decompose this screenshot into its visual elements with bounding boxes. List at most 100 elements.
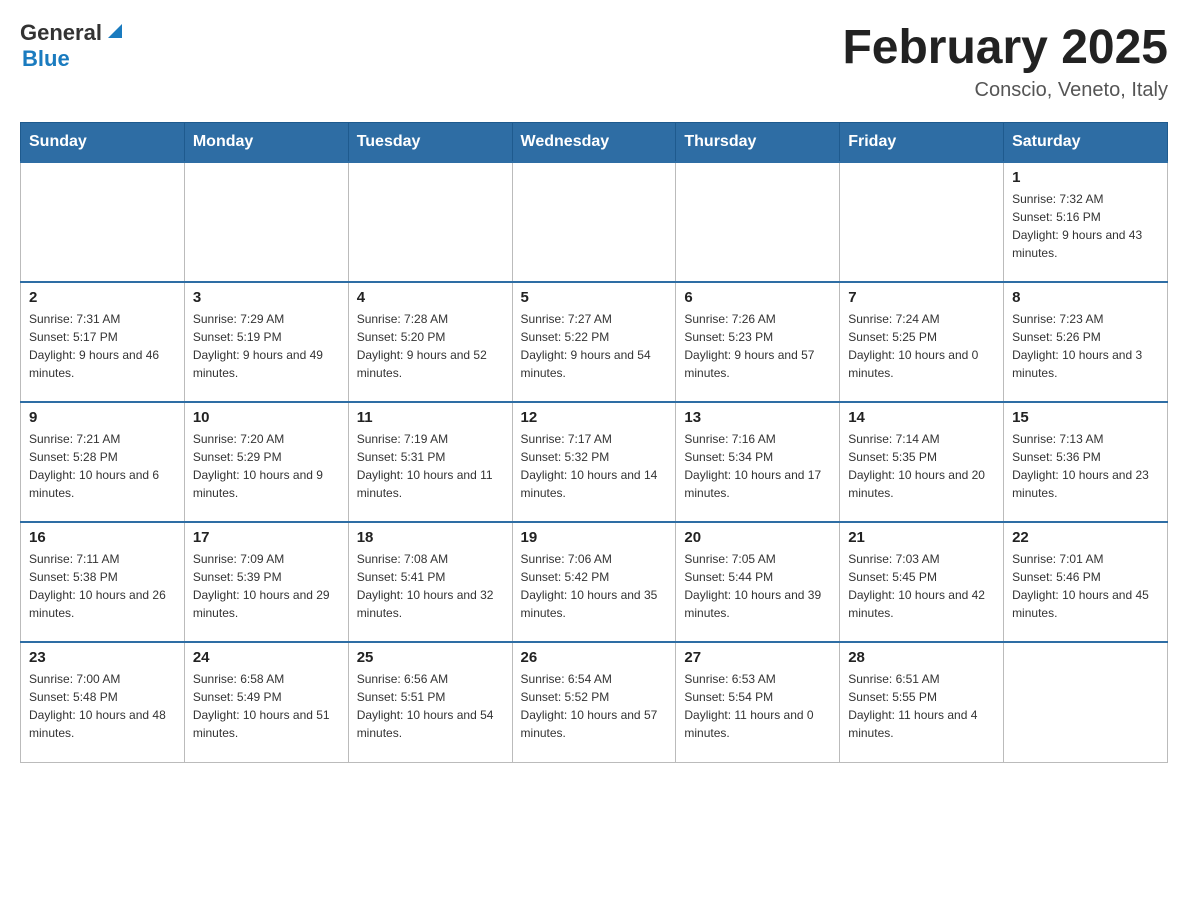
day-number: 8	[1012, 289, 1159, 306]
location-subtitle: Conscio, Veneto, Italy	[842, 79, 1168, 102]
calendar-cell: 5 Sunrise: 7:27 AMSunset: 5:22 PMDaylight…	[512, 282, 676, 402]
calendar-cell: 25 Sunrise: 6:56 AMSunset: 5:51 PMDayligh…	[348, 642, 512, 762]
day-number: 12	[521, 409, 668, 426]
calendar-cell: 8 Sunrise: 7:23 AMSunset: 5:26 PMDaylight…	[1004, 282, 1168, 402]
day-info: Sunrise: 7:13 AMSunset: 5:36 PMDaylight:…	[1012, 430, 1159, 502]
day-info: Sunrise: 6:51 AMSunset: 5:55 PMDaylight:…	[848, 670, 995, 742]
day-number: 27	[684, 649, 831, 666]
day-info: Sunrise: 7:01 AMSunset: 5:46 PMDaylight:…	[1012, 550, 1159, 622]
day-info: Sunrise: 6:56 AMSunset: 5:51 PMDaylight:…	[357, 670, 504, 742]
calendar-cell: 26 Sunrise: 6:54 AMSunset: 5:52 PMDayligh…	[512, 642, 676, 762]
logo-triangle-icon	[104, 20, 126, 42]
calendar-header-row: SundayMondayTuesdayWednesdayThursdayFrid…	[21, 123, 1168, 163]
day-number: 28	[848, 649, 995, 666]
calendar-cell: 4Sunrise: 7:28 AMSunset: 5:20 PMDaylight…	[348, 282, 512, 402]
calendar-week-5: 23 Sunrise: 7:00 AMSunset: 5:48 PMDayligh…	[21, 642, 1168, 762]
day-number: 2	[29, 289, 176, 306]
calendar-cell: 6 Sunrise: 7:26 AMSunset: 5:23 PMDaylight…	[676, 282, 840, 402]
calendar-cell: 9 Sunrise: 7:21 AMSunset: 5:28 PMDaylight…	[21, 402, 185, 522]
day-info: Sunrise: 7:32 AMSunset: 5:16 PMDaylight:…	[1012, 190, 1159, 262]
calendar-week-1: 1 Sunrise: 7:32 AMSunset: 5:16 PMDaylight…	[21, 162, 1168, 282]
day-number: 4	[357, 289, 504, 306]
day-info: Sunrise: 7:08 AMSunset: 5:41 PMDaylight:…	[357, 550, 504, 622]
day-info: Sunrise: 7:00 AMSunset: 5:48 PMDaylight:…	[29, 670, 176, 742]
calendar-cell: 17 Sunrise: 7:09 AMSunset: 5:39 PMDayligh…	[184, 522, 348, 642]
calendar-cell	[512, 162, 676, 282]
day-number: 10	[193, 409, 340, 426]
calendar-cell: 7 Sunrise: 7:24 AMSunset: 5:25 PMDaylight…	[840, 282, 1004, 402]
day-number: 9	[29, 409, 176, 426]
calendar-header-monday: Monday	[184, 123, 348, 163]
calendar-header-saturday: Saturday	[1004, 123, 1168, 163]
logo: General Blue	[20, 20, 126, 72]
calendar-table: SundayMondayTuesdayWednesdayThursdayFrid…	[20, 122, 1168, 763]
page-header: General Blue February 2025 Conscio, Vene…	[20, 20, 1168, 102]
calendar-cell: 20 Sunrise: 7:05 AMSunset: 5:44 PMDayligh…	[676, 522, 840, 642]
calendar-cell: 28 Sunrise: 6:51 AMSunset: 5:55 PMDayligh…	[840, 642, 1004, 762]
calendar-cell: 24Sunrise: 6:58 AMSunset: 5:49 PMDayligh…	[184, 642, 348, 762]
day-number: 17	[193, 529, 340, 546]
day-info: Sunrise: 7:20 AMSunset: 5:29 PMDaylight:…	[193, 430, 340, 502]
calendar-header-tuesday: Tuesday	[348, 123, 512, 163]
day-number: 5	[521, 289, 668, 306]
calendar-cell: 10 Sunrise: 7:20 AMSunset: 5:29 PMDayligh…	[184, 402, 348, 522]
day-info: Sunrise: 7:06 AMSunset: 5:42 PMDaylight:…	[521, 550, 668, 622]
calendar-header-friday: Friday	[840, 123, 1004, 163]
day-info: Sunrise: 7:05 AMSunset: 5:44 PMDaylight:…	[684, 550, 831, 622]
day-number: 14	[848, 409, 995, 426]
day-info: Sunrise: 7:21 AMSunset: 5:28 PMDaylight:…	[29, 430, 176, 502]
calendar-cell: 19 Sunrise: 7:06 AMSunset: 5:42 PMDayligh…	[512, 522, 676, 642]
calendar-header-thursday: Thursday	[676, 123, 840, 163]
day-number: 22	[1012, 529, 1159, 546]
day-info: Sunrise: 7:26 AMSunset: 5:23 PMDaylight:…	[684, 310, 831, 382]
day-info: Sunrise: 7:24 AMSunset: 5:25 PMDaylight:…	[848, 310, 995, 382]
day-number: 26	[521, 649, 668, 666]
calendar-header-wednesday: Wednesday	[512, 123, 676, 163]
day-number: 7	[848, 289, 995, 306]
calendar-cell	[348, 162, 512, 282]
calendar-cell	[21, 162, 185, 282]
day-info: Sunrise: 7:03 AMSunset: 5:45 PMDaylight:…	[848, 550, 995, 622]
logo-general-text: General	[20, 20, 102, 46]
day-number: 21	[848, 529, 995, 546]
day-info: Sunrise: 7:16 AMSunset: 5:34 PMDaylight:…	[684, 430, 831, 502]
title-block: February 2025 Conscio, Veneto, Italy	[842, 20, 1168, 102]
calendar-cell	[184, 162, 348, 282]
calendar-cell: 23 Sunrise: 7:00 AMSunset: 5:48 PMDayligh…	[21, 642, 185, 762]
calendar-cell: 21 Sunrise: 7:03 AMSunset: 5:45 PMDayligh…	[840, 522, 1004, 642]
logo-blue-text: Blue	[22, 46, 126, 72]
calendar-cell: 3Sunrise: 7:29 AMSunset: 5:19 PMDaylight…	[184, 282, 348, 402]
calendar-cell: 18 Sunrise: 7:08 AMSunset: 5:41 PMDayligh…	[348, 522, 512, 642]
day-number: 1	[1012, 169, 1159, 186]
day-number: 16	[29, 529, 176, 546]
day-info: Sunrise: 6:54 AMSunset: 5:52 PMDaylight:…	[521, 670, 668, 742]
calendar-cell: 1 Sunrise: 7:32 AMSunset: 5:16 PMDaylight…	[1004, 162, 1168, 282]
day-number: 25	[357, 649, 504, 666]
calendar-cell: 16Sunrise: 7:11 AMSunset: 5:38 PMDayligh…	[21, 522, 185, 642]
calendar-week-2: 2 Sunrise: 7:31 AMSunset: 5:17 PMDaylight…	[21, 282, 1168, 402]
day-info: Sunrise: 7:09 AMSunset: 5:39 PMDaylight:…	[193, 550, 340, 622]
day-info: Sunrise: 7:17 AMSunset: 5:32 PMDaylight:…	[521, 430, 668, 502]
calendar-cell: 11 Sunrise: 7:19 AMSunset: 5:31 PMDayligh…	[348, 402, 512, 522]
day-number: 3	[193, 289, 340, 306]
day-info: Sunrise: 7:14 AMSunset: 5:35 PMDaylight:…	[848, 430, 995, 502]
calendar-cell: 13Sunrise: 7:16 AMSunset: 5:34 PMDayligh…	[676, 402, 840, 522]
day-number: 15	[1012, 409, 1159, 426]
calendar-cell	[676, 162, 840, 282]
calendar-cell: 22 Sunrise: 7:01 AMSunset: 5:46 PMDayligh…	[1004, 522, 1168, 642]
day-number: 23	[29, 649, 176, 666]
calendar-cell: 14 Sunrise: 7:14 AMSunset: 5:35 PMDayligh…	[840, 402, 1004, 522]
day-number: 11	[357, 409, 504, 426]
calendar-cell	[840, 162, 1004, 282]
day-info: Sunrise: 6:58 AMSunset: 5:49 PMDaylight:…	[193, 670, 340, 742]
day-info: Sunrise: 7:31 AMSunset: 5:17 PMDaylight:…	[29, 310, 176, 382]
day-info: Sunrise: 7:27 AMSunset: 5:22 PMDaylight:…	[521, 310, 668, 382]
calendar-week-4: 16Sunrise: 7:11 AMSunset: 5:38 PMDayligh…	[21, 522, 1168, 642]
day-info: Sunrise: 7:23 AMSunset: 5:26 PMDaylight:…	[1012, 310, 1159, 382]
day-info: Sunrise: 7:19 AMSunset: 5:31 PMDaylight:…	[357, 430, 504, 502]
day-number: 18	[357, 529, 504, 546]
day-number: 20	[684, 529, 831, 546]
day-number: 19	[521, 529, 668, 546]
day-info: Sunrise: 6:53 AMSunset: 5:54 PMDaylight:…	[684, 670, 831, 742]
day-number: 6	[684, 289, 831, 306]
